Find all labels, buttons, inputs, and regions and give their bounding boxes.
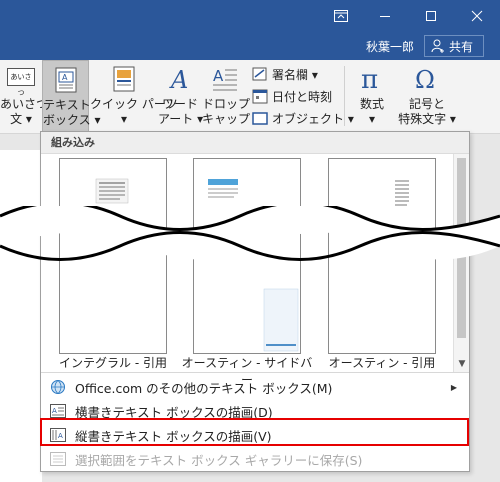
quick-parts-icon <box>113 66 135 92</box>
greeting-button[interactable]: あいさつ あいさつ文 ▾ <box>0 60 48 132</box>
account-bar: 秋葉一郎 共有 <box>0 32 500 60</box>
svg-text:A: A <box>62 73 68 82</box>
gallery-header: 組み込み <box>41 132 469 154</box>
drop-cap-button[interactable]: A ドロップ キャップ ▾ <box>202 60 260 132</box>
omega-icon: Ω <box>415 66 435 92</box>
greeting-label-2: 文 ▾ <box>10 112 32 126</box>
symbol-label-1: 記号と <box>408 97 445 111</box>
symbol-button[interactable]: Ω 記号と 特殊文字 ▾ <box>394 60 460 132</box>
minimize-button[interactable] <box>362 0 408 32</box>
svg-text:A: A <box>169 66 188 92</box>
scroll-down-icon[interactable]: ▼ <box>454 356 470 372</box>
share-button[interactable]: 共有 <box>424 35 484 57</box>
greeting-label-1: あいさつ <box>0 97 49 111</box>
share-label: 共有 <box>449 39 474 54</box>
textbox-label-1: テキスト <box>43 98 91 112</box>
wordart-button[interactable]: A ワード アート ▾ <box>158 60 204 132</box>
close-icon <box>471 10 483 22</box>
menu-more-textboxes-office[interactable]: Office.com のその他のテキスト ボックス(M) ▶ <box>41 375 469 399</box>
save-selection-icon <box>49 451 67 467</box>
title-bar <box>0 0 500 32</box>
maximize-button[interactable] <box>408 0 454 32</box>
quick-parts-label-2: ▾ <box>120 112 128 126</box>
svg-text:Ω: Ω <box>415 66 435 92</box>
svg-text:A: A <box>52 407 57 415</box>
date-time-label: 日付と時刻 <box>272 89 333 104</box>
ribbon-display-icon <box>334 10 348 22</box>
close-button[interactable] <box>454 0 500 32</box>
object-icon <box>252 112 268 125</box>
gallery-item-label: オースティン - 引用 <box>328 356 436 370</box>
quick-parts-button[interactable]: クイック パーツ ▾ <box>90 60 178 132</box>
minimize-icon <box>380 16 390 17</box>
wavy-break <box>0 206 500 261</box>
highlight-box <box>40 418 469 446</box>
object-label: オブジェクト ▾ <box>272 111 354 126</box>
wordart-label-2: アート ▾ <box>158 112 204 126</box>
date-time-button[interactable]: 日付と時刻 <box>252 86 332 106</box>
object-button[interactable]: オブジェクト ▾ <box>252 108 354 128</box>
calendar-icon <box>252 89 268 104</box>
maximize-icon <box>426 11 436 21</box>
symbol-label-2: 特殊文字 ▾ <box>398 112 456 126</box>
signature-label: 署名欄 ▾ <box>272 67 318 82</box>
textbox-button[interactable]: A テキスト ボックス ▾ <box>42 60 100 132</box>
equation-label-1: 数式 <box>359 97 384 111</box>
drop-cap-icon: A <box>213 67 237 91</box>
equation-button[interactable]: π 数式 ▾ <box>350 60 394 132</box>
horizontal-textbox-icon: A <box>49 403 67 419</box>
signature-icon <box>252 67 267 81</box>
person-icon <box>431 39 444 53</box>
ribbon-group-separator <box>344 66 345 126</box>
menu-save-selection-to-gallery: 選択範囲をテキスト ボックス ギャラリーに保存(S) <box>41 447 469 471</box>
office-globe-icon <box>49 379 67 395</box>
gallery-item-label: インテグラル - 引用 <box>59 356 167 370</box>
submenu-arrow-icon: ▶ <box>450 382 457 392</box>
textbox-icon: A <box>55 67 76 93</box>
menu-separator <box>41 372 469 373</box>
signature-line-button[interactable]: 署名欄 ▾ <box>252 64 318 84</box>
menu-item-label: Office.com のその他のテキスト ボックス(M) <box>75 380 333 396</box>
wordart-label-1: ワード <box>161 97 198 111</box>
svg-text:A: A <box>213 67 224 85</box>
equation-label-2: ▾ <box>368 112 376 126</box>
greeting-icon: あいさつ <box>7 68 35 97</box>
drop-cap-label-1: ドロップ <box>202 97 251 111</box>
ribbon-display-options-button[interactable] <box>318 0 364 32</box>
user-name[interactable]: 秋葉一郎 <box>366 38 414 55</box>
pi-icon: π <box>361 66 378 92</box>
ribbon: あいさつ あいさつ文 ▾ A テキスト ボックス ▾ クイック パーツ ▾ A ワー… <box>0 60 500 134</box>
menu-item-label: 選択範囲をテキスト ボックス ギャラリーに保存(S) <box>75 452 363 468</box>
document-page[interactable] <box>0 150 42 482</box>
svg-text:π: π <box>361 66 378 92</box>
wordart-icon: A <box>169 66 188 92</box>
